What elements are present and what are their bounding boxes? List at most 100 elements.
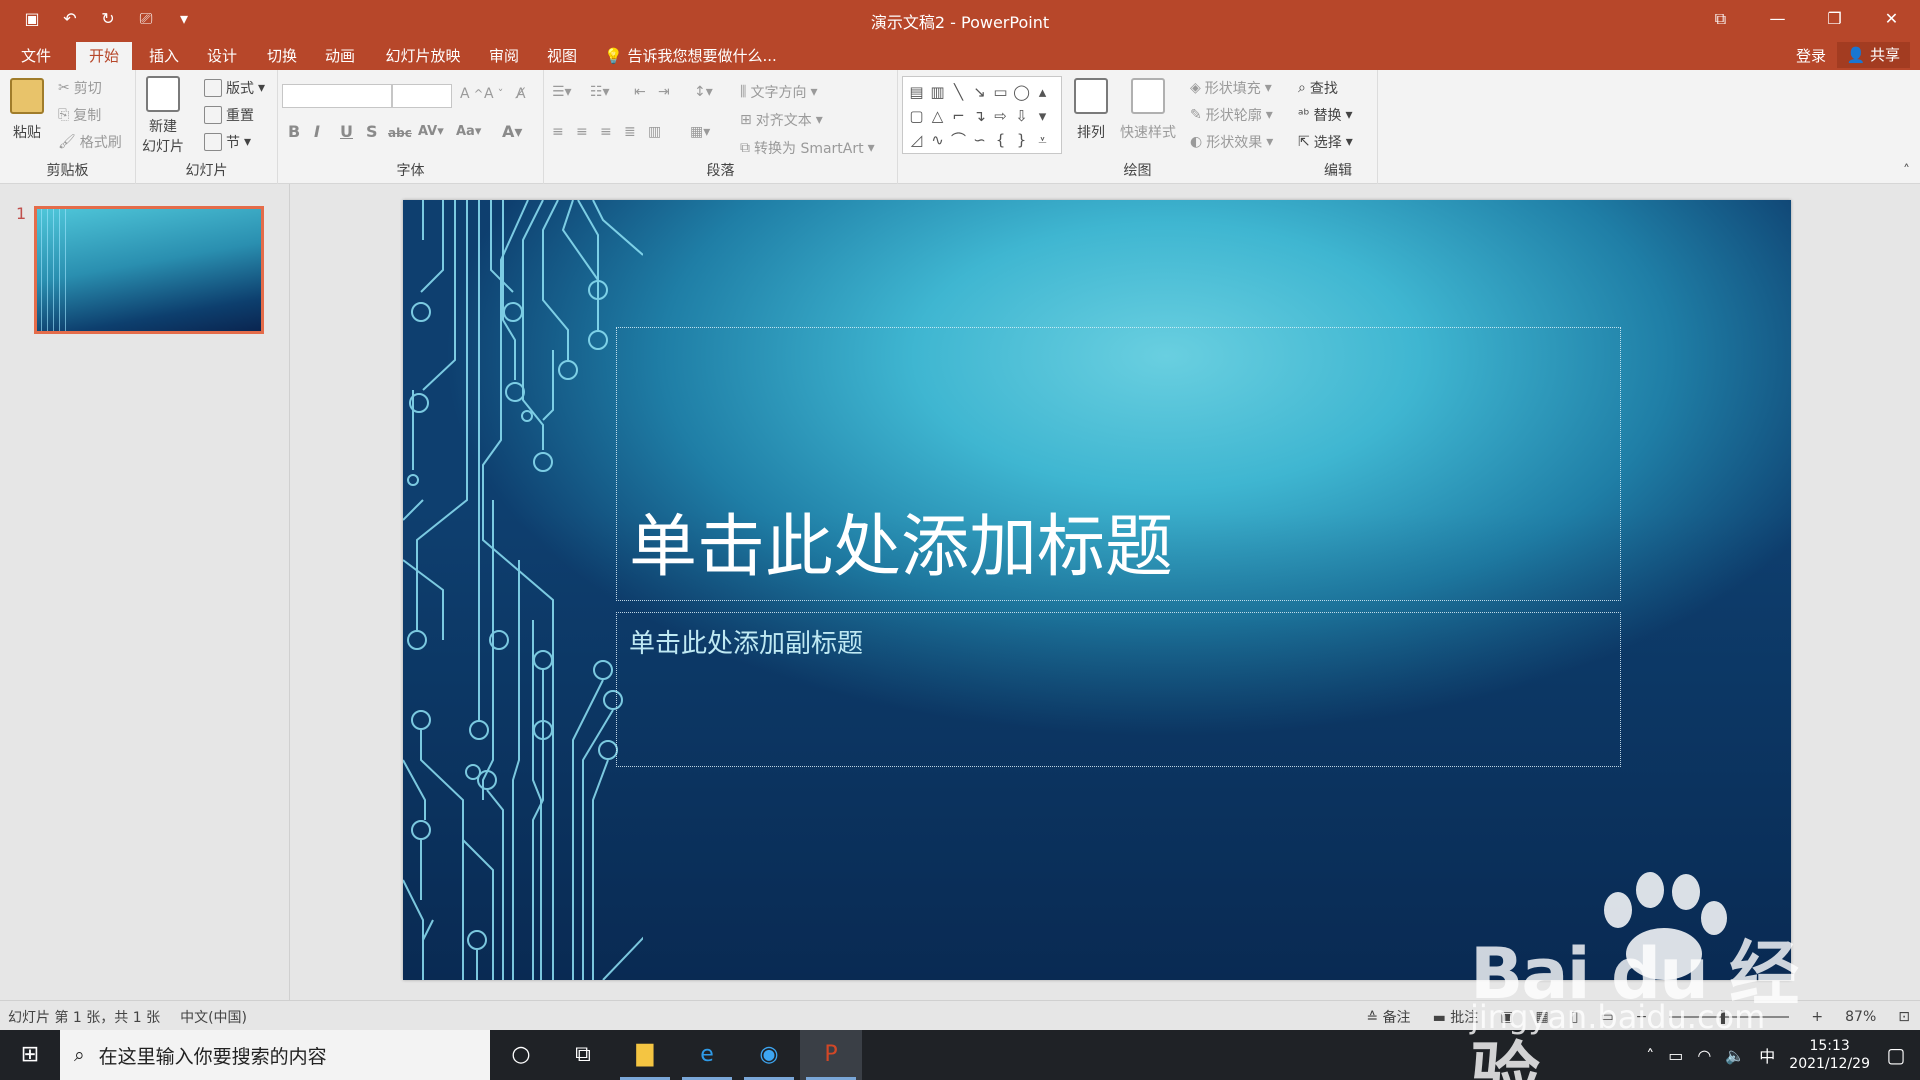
align-right-icon[interactable]: ≡: [600, 124, 612, 140]
find-button[interactable]: ⌕ 查找: [1298, 78, 1338, 98]
smartart-button[interactable]: ⧉ 转换为 SmartArt ▾: [740, 138, 875, 158]
windows-start-icon[interactable]: ⊞: [0, 1030, 60, 1080]
zoom-in-button[interactable]: +: [1811, 1009, 1823, 1025]
line-shape-icon[interactable]: ╲: [948, 80, 969, 104]
comments-button[interactable]: ▬ 批注: [1433, 1007, 1479, 1027]
freeform-shape-icon[interactable]: ◿: [906, 128, 927, 152]
bullets-icon[interactable]: ☰▾: [552, 84, 572, 100]
shape-effects-button[interactable]: ◐ 形状效果 ▾: [1190, 132, 1273, 152]
notification-center-icon[interactable]: ▢: [1872, 1030, 1920, 1080]
align-center-icon[interactable]: ≡: [576, 124, 588, 140]
gallery-down-icon[interactable]: ▾: [1032, 104, 1053, 128]
tab-file[interactable]: 文件: [8, 42, 64, 70]
layout-button[interactable]: 版式 ▾: [204, 78, 265, 98]
slide-canvas[interactable]: 单击此处添加标题 单击此处添加副标题: [403, 200, 1791, 980]
tab-insert[interactable]: 插入: [136, 42, 192, 70]
zoom-slider[interactable]: [1669, 1010, 1790, 1024]
title-placeholder[interactable]: 单击此处添加标题: [616, 327, 1621, 601]
section-button[interactable]: 节 ▾: [204, 132, 251, 152]
triangle-shape-icon[interactable]: △: [927, 104, 948, 128]
task-view-icon[interactable]: ⧉: [552, 1030, 614, 1080]
replace-button[interactable]: ᵃᵇ 替换 ▾: [1298, 105, 1353, 125]
strikethrough-button[interactable]: abc: [388, 126, 412, 140]
vertical-textbox-shape-icon[interactable]: ▥: [927, 80, 948, 104]
gallery-up-icon[interactable]: ▴: [1032, 80, 1053, 104]
tab-slideshow[interactable]: 幻灯片放映: [378, 42, 468, 70]
tab-review[interactable]: 审阅: [476, 42, 532, 70]
shape-fill-button[interactable]: ◈ 形状填充 ▾: [1190, 78, 1272, 98]
shrink-font-button[interactable]: Aˇ: [484, 86, 503, 102]
tab-animations[interactable]: 动画: [312, 42, 368, 70]
change-case-button[interactable]: Aa▾: [456, 124, 481, 139]
normal-view-icon[interactable]: ▣: [1500, 1009, 1513, 1025]
tab-design[interactable]: 设计: [194, 42, 250, 70]
reading-view-icon[interactable]: ▯: [1571, 1009, 1579, 1025]
edge-icon[interactable]: e: [676, 1030, 738, 1080]
collapse-ribbon-icon[interactable]: ˄: [1903, 163, 1910, 179]
font-color-button[interactable]: A▾: [502, 122, 522, 141]
shape-outline-button[interactable]: ✎ 形状轮廓 ▾: [1190, 105, 1273, 125]
rounded-rect-shape-icon[interactable]: ▢: [906, 104, 927, 128]
language-status[interactable]: 中文(中国): [180, 1007, 247, 1027]
tab-view[interactable]: 视图: [534, 42, 590, 70]
clear-formatting-icon[interactable]: A̸: [516, 86, 526, 102]
text-direction-button[interactable]: ⫼ 文字方向 ▾: [740, 82, 817, 102]
distribute-icon[interactable]: ▥: [648, 124, 661, 140]
tab-transitions[interactable]: 切换: [254, 42, 310, 70]
shapes-gallery[interactable]: ▤ ▥ ╲ ↘ ▭ ◯ ▴ ▢ △ ⌐ ↴ ⇨ ⇩ ▾ ◿ ∿ ⌒ ∽ { } …: [902, 76, 1062, 154]
line-spacing-icon[interactable]: ↕▾: [694, 84, 713, 100]
zoom-level[interactable]: 87%: [1845, 1009, 1876, 1025]
zoom-out-button[interactable]: −: [1636, 1009, 1648, 1025]
elbow-arrow-shape-icon[interactable]: ↴: [969, 104, 990, 128]
curve-shape-icon[interactable]: ∽: [969, 128, 990, 152]
arc-shape-icon[interactable]: ⌒: [948, 128, 969, 152]
font-name-combo[interactable]: [282, 84, 392, 108]
login-link[interactable]: 登录: [1796, 42, 1826, 70]
cut-button[interactable]: ✂ 剪切: [58, 78, 102, 98]
italic-button[interactable]: I: [314, 122, 320, 141]
share-button[interactable]: 👤 共享: [1836, 42, 1910, 68]
taskbar-clock[interactable]: 15:13 2021/12/29: [1789, 1037, 1870, 1073]
justify-icon[interactable]: ≣: [624, 124, 636, 140]
rectangle-shape-icon[interactable]: ▭: [990, 80, 1011, 104]
decrease-indent-icon[interactable]: ⇤: [634, 84, 646, 100]
restore-button[interactable]: ❐: [1806, 0, 1863, 38]
ime-indicator[interactable]: 中: [1759, 1043, 1775, 1067]
char-spacing-button[interactable]: AV▾: [418, 124, 444, 139]
powerpoint-icon[interactable]: P: [800, 1030, 862, 1080]
grow-font-button[interactable]: A ^: [460, 86, 483, 102]
fit-to-window-icon[interactable]: ⊡: [1898, 1009, 1910, 1025]
minimize-button[interactable]: —: [1749, 0, 1806, 38]
tell-me-search[interactable]: 💡 告诉我您想要做什么...: [604, 42, 777, 70]
wifi-icon[interactable]: ◠: [1697, 1046, 1711, 1065]
numbering-icon[interactable]: ☷▾: [590, 84, 610, 100]
select-button[interactable]: ⇱ 选择 ▾: [1298, 132, 1353, 152]
paste-button[interactable]: 粘贴: [10, 78, 44, 142]
taskbar-search-box[interactable]: ⌕ 在这里输入你要搜索的内容: [60, 1030, 490, 1080]
subtitle-placeholder[interactable]: 单击此处添加副标题: [616, 612, 1621, 767]
cortana-icon[interactable]: ○: [490, 1030, 552, 1080]
slide-sorter-icon[interactable]: ▦: [1535, 1009, 1548, 1025]
shadow-button[interactable]: S: [366, 122, 378, 141]
battery-icon[interactable]: ▭: [1668, 1046, 1683, 1065]
notes-button[interactable]: ≙ 备注: [1366, 1007, 1410, 1027]
align-text-button[interactable]: ⊞ 对齐文本 ▾: [740, 110, 823, 130]
down-arrow-shape-icon[interactable]: ⇩: [1011, 104, 1032, 128]
right-brace-shape-icon[interactable]: }: [1011, 128, 1032, 152]
increase-indent-icon[interactable]: ⇥: [658, 84, 670, 100]
scribble-shape-icon[interactable]: ∿: [927, 128, 948, 152]
slideshow-view-icon[interactable]: ▭: [1600, 1009, 1613, 1025]
font-size-combo[interactable]: [392, 84, 452, 108]
left-brace-shape-icon[interactable]: {: [990, 128, 1011, 152]
quick-styles-button[interactable]: 快速样式: [1120, 78, 1176, 142]
format-painter-button[interactable]: 🖌 格式刷: [58, 132, 122, 152]
ribbon-display-options-icon[interactable]: ⧉: [1692, 0, 1749, 38]
columns-icon[interactable]: ▦▾: [690, 124, 710, 140]
oval-shape-icon[interactable]: ◯: [1011, 80, 1032, 104]
bold-button[interactable]: B: [288, 122, 300, 141]
volume-icon[interactable]: 🔈: [1725, 1046, 1745, 1065]
gallery-more-icon[interactable]: ⩡: [1032, 128, 1053, 152]
textbox-shape-icon[interactable]: ▤: [906, 80, 927, 104]
new-slide-button[interactable]: 新建 幻灯片: [142, 76, 184, 156]
tab-home[interactable]: 开始: [76, 42, 132, 70]
